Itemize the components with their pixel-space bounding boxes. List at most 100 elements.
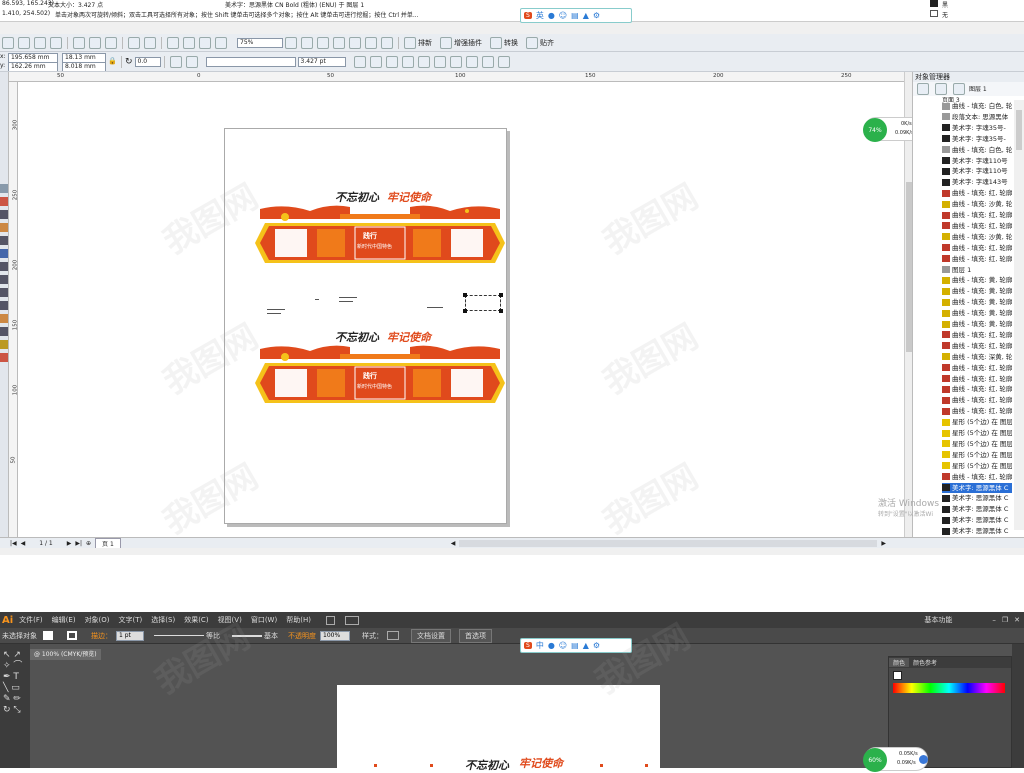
page-tab[interactable]: 页 1 — [95, 538, 121, 548]
brush-definition[interactable]: 基本 — [264, 631, 278, 641]
publish-icon[interactable] — [199, 36, 211, 49]
menu-effect[interactable]: 效果(C) — [184, 615, 208, 625]
object-list-item[interactable]: 曲线 - 填充: 红, 轮廓 — [942, 243, 1012, 253]
ime-skin-icon[interactable]: ▲ — [583, 11, 589, 20]
font-family-select[interactable] — [205, 56, 296, 67]
workspace-switcher[interactable]: 基本功能 — [924, 615, 952, 625]
selection-handle[interactable] — [499, 293, 503, 297]
zoom-all-icon[interactable] — [333, 36, 345, 49]
object-list-item[interactable]: 段落文本: 思源黑体 — [942, 112, 1012, 122]
ime-emoji-icon[interactable]: ☺ — [559, 11, 567, 20]
stroke-label[interactable]: 描边： — [91, 631, 112, 641]
ime-keyboard-icon[interactable]: ▤ — [571, 11, 579, 20]
canvas-horizontal-scrollbar[interactable] — [459, 539, 878, 547]
scale-tool-icon[interactable]: ⤡ — [13, 705, 20, 715]
brush-tool-icon[interactable]: ✎ — [3, 694, 11, 704]
ellipse-tool-icon[interactable] — [0, 275, 8, 284]
object-list-item[interactable]: 曲线 - 填充: 沙黄, 轮 — [942, 232, 1012, 242]
menu-edit[interactable]: 编辑(E) — [52, 615, 76, 625]
object-list-item[interactable]: 曲线 - 填充: 红, 轮廓 — [942, 374, 1012, 384]
cut-icon[interactable] — [73, 36, 85, 49]
ime-toolbar[interactable]: S 英 ● ☺ ▤ ▲ ⚙ — [520, 8, 632, 23]
new-document-icon[interactable] — [2, 36, 14, 49]
ime-skin-icon[interactable]: ▲ — [583, 641, 589, 650]
zoom-out-icon[interactable] — [301, 36, 313, 49]
object-list-item[interactable]: 曲线 - 填充: 红, 轮廓 — [942, 472, 1012, 482]
import-icon[interactable] — [167, 36, 179, 49]
vertical-text-icon[interactable] — [497, 55, 510, 68]
object-list-item[interactable]: 美术字: 思源黑体 C — [942, 493, 1012, 503]
next-page-icon[interactable]: ▶ — [67, 540, 72, 547]
stroke-color-swatch[interactable] — [67, 631, 77, 640]
document-page[interactable]: 不忘初心 牢记使命 践行 新时代中国特色 不忘初心 牢记使命 践行 新时代中国特… — [224, 128, 507, 524]
object-list-scrollbar[interactable] — [1014, 100, 1024, 530]
object-list-item[interactable]: 曲线 - 填充: 红, 轮廓 — [942, 384, 1012, 394]
object-list-item[interactable]: 曲线 - 填充: 黄, 轮廓 — [942, 286, 1012, 296]
paste-icon[interactable] — [105, 36, 117, 49]
redo-icon[interactable] — [144, 36, 156, 49]
drawing-canvas[interactable]: 不忘初心 牢记使命 践行 新时代中国特色 不忘初心 牢记使命 践行 新时代中国特… — [18, 82, 904, 542]
color-spectrum[interactable] — [893, 683, 1005, 693]
ime-lang[interactable]: 英 — [536, 10, 544, 21]
scroll-right-icon[interactable]: ▶ — [881, 540, 886, 547]
object-list-item[interactable]: 美术字: 思源黑体 C — [942, 504, 1012, 514]
color-tab[interactable]: 颜色 — [889, 658, 910, 667]
restore-icon[interactable]: ❐ — [1002, 616, 1008, 624]
menu-select[interactable]: 选择(S) — [151, 615, 175, 625]
color-guide-tab[interactable]: 颜色参考 — [909, 658, 941, 667]
outline-swatch[interactable] — [930, 10, 938, 17]
zoom-height-icon[interactable] — [381, 36, 393, 49]
snap-button[interactable]: 贴齐 — [540, 38, 554, 48]
font-size-select[interactable]: 3.427 pt — [297, 56, 346, 67]
zoom-tool-icon[interactable] — [0, 223, 8, 232]
direct-selection-tool-icon[interactable]: ↗ — [13, 650, 21, 660]
show-properties-icon[interactable] — [917, 83, 929, 95]
zoom-page-icon[interactable] — [349, 36, 361, 49]
opacity-label[interactable]: 不透明度 — [288, 631, 316, 641]
add-page-icon[interactable]: ⊕ — [86, 540, 91, 547]
height-input[interactable]: 8.018 mm — [62, 61, 106, 71]
stroke-weight-input[interactable]: 1 pt — [116, 630, 144, 641]
mirror-h-icon[interactable] — [169, 55, 182, 68]
object-list-item[interactable]: 曲线 - 填充: 红, 轮廓 — [942, 210, 1012, 220]
italic-icon[interactable] — [369, 55, 382, 68]
interactive-tool-icon[interactable] — [0, 314, 8, 323]
menu-window[interactable]: 窗口(W) — [251, 615, 277, 625]
object-list-item[interactable]: 曲线 - 填充: 红, 轮廓 — [942, 254, 1012, 264]
align-icon[interactable] — [401, 55, 414, 68]
type-tool-icon[interactable]: T — [13, 672, 19, 682]
smart-fill-icon[interactable] — [0, 249, 8, 258]
arrange-docs-icon[interactable] — [344, 615, 359, 625]
object-list-item[interactable]: 曲线 - 填充: 白色, 轮 — [942, 145, 1012, 155]
eyedropper-tool-icon[interactable] — [0, 327, 8, 336]
pencil-tool-icon[interactable]: ✏ — [13, 694, 21, 704]
object-list-item[interactable]: 美术字: 字魂110号 — [942, 156, 1012, 166]
text-tool-icon[interactable] — [0, 301, 8, 310]
zoom-select[interactable]: 75% — [237, 37, 283, 48]
line-tool-icon[interactable]: ╲ — [3, 683, 8, 693]
plugin-button[interactable]: 增强插件 — [454, 38, 482, 48]
full-screen-icon[interactable] — [215, 36, 227, 49]
selection-handle[interactable] — [463, 293, 467, 297]
fill-swatch[interactable] — [930, 0, 938, 7]
minimize-icon[interactable]: – — [992, 616, 996, 624]
scroll-thumb[interactable] — [1016, 110, 1022, 150]
object-list-item[interactable]: 曲线 - 填充: 沙黄, 轮 — [942, 199, 1012, 209]
freehand-tool-icon[interactable] — [0, 236, 8, 245]
last-page-icon[interactable]: ▶| — [75, 540, 82, 547]
menu-help[interactable]: 帮助(H) — [286, 615, 311, 625]
menu-type[interactable]: 文字(T) — [119, 615, 143, 625]
ime-emoji-icon[interactable]: ☺ — [559, 641, 567, 650]
first-page-icon[interactable]: |◀ — [10, 540, 17, 547]
object-list-item[interactable]: 美术字: 思源黑体 C — [942, 482, 1012, 493]
selected-object[interactable] — [463, 293, 503, 313]
lasso-tool-icon[interactable]: ⌒ — [13, 661, 22, 671]
object-list-item[interactable]: 曲线 - 填充: 红, 轮廓 — [942, 341, 1012, 351]
export-icon[interactable] — [183, 36, 195, 49]
convert-button[interactable]: 转换 — [504, 38, 518, 48]
object-list-item[interactable]: 曲线 - 填充: 红, 轮廓 — [942, 330, 1012, 340]
ime-settings-icon[interactable]: ⚙ — [593, 11, 600, 20]
crop-tool-icon[interactable] — [0, 210, 8, 219]
selection-tool-icon[interactable]: ↖ — [3, 650, 11, 660]
edit-across-layers-icon[interactable] — [935, 83, 947, 95]
